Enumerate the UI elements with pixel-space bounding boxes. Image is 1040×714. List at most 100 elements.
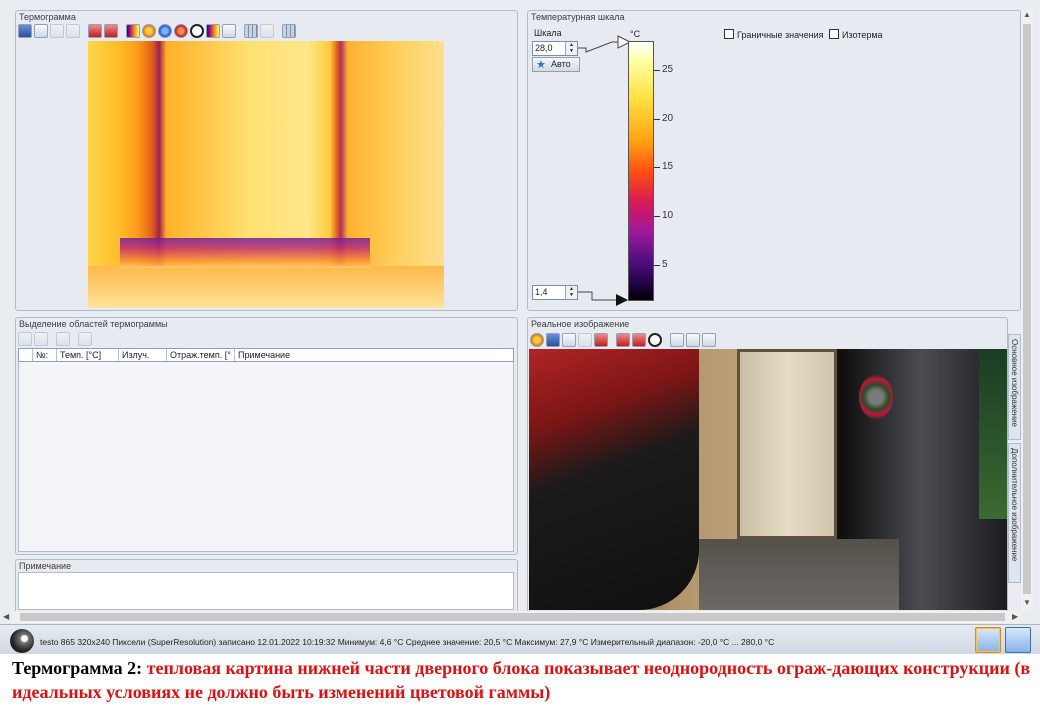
star-icon: ★ [536,59,546,71]
save-icon[interactable] [18,24,32,38]
checkbox-box[interactable] [724,29,734,39]
tab-extra-image-label: Дополнительное изображение [1010,448,1019,562]
grid-icon[interactable] [282,24,296,38]
flip-horizontal-icon[interactable] [88,24,102,38]
single-view-button[interactable] [975,627,1001,653]
real-image-photo[interactable] [529,349,1007,610]
table-header-cell[interactable]: Темп. [°C] [57,349,119,361]
regions-table-header: №: Темп. [°C] Излуч. Отраж.темп. [° Прим… [18,348,514,362]
tab-main-image-label: Основное изображение [1010,339,1019,427]
regions-panel-title: Выделение областей термограммы [19,319,168,329]
scale-tick [654,70,660,71]
checkbox-box[interactable] [829,29,839,39]
table-header-cell[interactable]: №: [33,349,57,361]
photo-floor [699,539,899,610]
testo-logo-icon [10,629,34,653]
scale-connectors [578,35,632,306]
paste-icon[interactable] [578,333,592,347]
no-icon[interactable] [190,24,204,38]
spinner-arrows-icon[interactable]: ▲ ▼ [565,42,577,55]
table-header-cell[interactable]: Излуч. [119,349,167,361]
zoom-in-icon[interactable] [670,333,684,347]
scale-max-value: 28,0 [535,43,553,53]
regions-table-body[interactable] [18,362,514,552]
caption-text: тепловая картина нижней части дверного б… [12,658,1031,702]
scale-tick [654,216,660,217]
scale-unit: °C [630,29,641,39]
flip-horizontal-icon[interactable] [616,333,630,347]
zoom-out-icon[interactable] [686,333,700,347]
copy-icon[interactable] [34,332,48,346]
application-window: Термограмма Температурная шкала Шкала 28… [0,0,1040,654]
horizontal-scroll-thumb[interactable] [20,613,1005,621]
photo-wreath [859,375,893,419]
isotherm-checkbox[interactable]: Изотерма [829,29,883,40]
table-header-spacer [19,349,33,361]
hot-spot-icon[interactable] [142,24,156,38]
auto-scale-label: Авто [551,59,571,69]
note-panel-title: Примечание [19,561,72,571]
horizontal-scrollbar[interactable]: ◀ ▶ [3,611,1020,623]
cold-spot-icon[interactable] [158,24,172,38]
scale-min-spinner[interactable]: 1,4 ▲ ▼ [532,285,578,300]
thermometer-icon[interactable] [126,24,140,38]
table-header-cell[interactable]: Примечание [235,349,513,361]
note-textarea[interactable] [18,572,514,610]
tab-main-image[interactable]: Основное изображение [1008,334,1021,440]
real-image-toolbar [530,333,716,347]
thermogram-toolbar [18,24,296,38]
isotherm-checkbox-label: Изотерма [842,30,883,40]
vertical-scroll-thumb[interactable] [1023,24,1031,594]
temperature-scale-title: Температурная шкала [531,12,625,22]
status-bar: testo 865 320x240 Пиксели (SuperResoluti… [0,624,1040,654]
scale-tick-label: 15 [662,161,674,172]
measure-point-icon[interactable] [174,24,188,38]
vertical-scrollbar[interactable]: ▲ ▼ [1021,10,1033,611]
window-icon[interactable] [66,24,80,38]
flip-vertical-icon[interactable] [104,24,118,38]
caption-colon: : [136,658,147,678]
limits-checkbox-label: Граничные значения [737,30,824,40]
delete-area-icon[interactable] [260,24,274,38]
delete-icon[interactable] [56,332,70,346]
scroll-left-icon[interactable]: ◀ [3,612,9,621]
copy-icon[interactable] [34,24,48,38]
tab-extra-image[interactable]: Дополнительное изображение [1008,443,1021,583]
limits-checkbox[interactable]: Граничные значения [724,29,823,40]
thermogram-cold-threshold [120,238,370,268]
thermogram-panel-title: Термограмма [19,12,76,22]
table-header-cell[interactable]: Отраж.темп. [° [167,349,235,361]
contrast-icon[interactable] [648,333,662,347]
load-image-icon[interactable] [530,333,544,347]
scale-tick [654,265,660,266]
regions-toolbar [18,332,92,346]
scale-tick-label: 20 [662,113,674,124]
area-select-icon[interactable] [244,24,258,38]
delete-icon[interactable] [594,333,608,347]
scale-label: Шкала [534,28,562,38]
color-scale-bar[interactable] [628,41,654,301]
scroll-up-icon[interactable]: ▲ [1023,10,1031,19]
scale-tick [654,119,660,120]
scale-max-spinner[interactable]: 28,0 ▲ ▼ [532,41,578,56]
scroll-right-icon[interactable]: ▶ [1012,612,1018,621]
figure-caption: Термограмма 2: тепловая картина нижней ч… [12,656,1034,704]
caption-label: Термограмма 2 [12,658,137,678]
copy-icon[interactable] [562,333,576,347]
flip-vertical-icon[interactable] [632,333,646,347]
edit-icon[interactable] [50,24,64,38]
zoom-fit-icon[interactable] [702,333,716,347]
thermogram-floor-zone [88,266,444,308]
pin-icon[interactable] [78,332,92,346]
profile-chart-icon[interactable] [222,24,236,38]
save-icon[interactable] [18,332,32,346]
scroll-down-icon[interactable]: ▼ [1023,598,1031,607]
scale-min-value: 1,4 [535,287,548,297]
save-icon[interactable] [546,333,560,347]
auto-scale-button[interactable]: ★ Авто [532,57,580,72]
palette-icon[interactable] [206,24,220,38]
dual-view-button[interactable] [1005,627,1031,653]
spinner-arrows-icon[interactable]: ▲ ▼ [565,286,577,299]
photo-coats [529,349,699,610]
scale-tick-label: 25 [662,64,674,75]
